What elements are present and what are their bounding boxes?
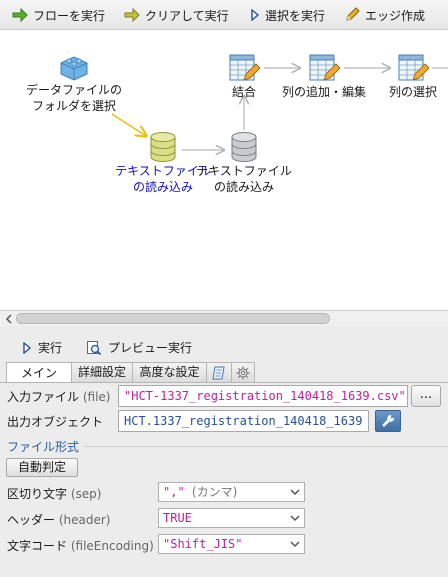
run-label: 実行 xyxy=(38,341,63,355)
node-label-line1: 列の追加・編集 xyxy=(281,85,366,99)
node-label-line1: データファイルの xyxy=(25,83,122,97)
create-edge-button[interactable]: エッジ作成 xyxy=(344,6,425,24)
header-label-en: (header) xyxy=(58,513,111,527)
header-label-ja: ヘッダー xyxy=(7,513,56,527)
table-edit-icon xyxy=(309,54,340,81)
play-icon xyxy=(251,9,260,21)
auto-detect-button[interactable]: 自動判定 xyxy=(6,458,78,477)
clear-and-run-label: クリアして実行 xyxy=(145,8,229,23)
output-object-label: 出力オブジェクト xyxy=(7,415,104,429)
tab-main[interactable]: メイン xyxy=(6,362,72,383)
header-value: TRUE xyxy=(163,511,192,525)
run-flow-label: フローを実行 xyxy=(33,8,106,23)
node-label-line1: 結合 xyxy=(231,85,256,99)
input-file-label-en: (file) xyxy=(82,390,111,404)
node-select-folder[interactable]: データファイルの フォルダを選択 xyxy=(24,52,124,114)
tabs-baseline xyxy=(0,382,448,383)
encoding-select[interactable]: "Shift_JIS" xyxy=(158,534,305,554)
encoding-label: 文字コード (fileEncoding) xyxy=(7,537,154,554)
canvas-hscrollbar[interactable] xyxy=(0,310,448,326)
scrollbar-thumb[interactable] xyxy=(16,313,330,324)
toolbar: フローを実行 クリアして実行 選択を実行 エッジ作成 xyxy=(0,0,448,30)
database-icon xyxy=(231,132,257,163)
tab-advanced[interactable]: 高度な設定 xyxy=(132,362,207,382)
output-object-field[interactable]: HCT.1337_registration_140418_1639 xyxy=(118,410,369,432)
node-label-line1: テキストファイル xyxy=(196,164,292,178)
output-settings-button[interactable] xyxy=(375,410,401,432)
create-edge-label: エッジ作成 xyxy=(365,8,426,23)
preview-magnifier-icon xyxy=(87,340,102,355)
section-divider xyxy=(84,446,448,447)
input-file-field[interactable]: "HCT-1337_registration_140418_1639.csv" xyxy=(118,385,408,407)
blocks-icon xyxy=(60,56,88,81)
run-bar: 実行 プレビュー実行 xyxy=(0,336,448,358)
node-label-line1: 列の選択 xyxy=(388,85,437,99)
pencil-icon xyxy=(346,7,360,21)
chevron-down-icon xyxy=(290,541,300,548)
database-icon xyxy=(150,132,176,163)
input-file-label: 入力ファイル (file) xyxy=(7,388,110,405)
encoding-label-ja: 文字コード xyxy=(7,539,68,553)
yellow-arrow-icon xyxy=(124,8,140,22)
table-edit-icon xyxy=(398,54,429,81)
node-label-line2: フォルダを選択 xyxy=(31,99,116,113)
settings-tabs: メイン 詳細設定 高度な設定 xyxy=(6,362,255,383)
play-icon xyxy=(23,341,32,354)
run-flow-button[interactable]: フローを実行 xyxy=(12,6,105,24)
sep-note: (カンマ) xyxy=(191,485,238,499)
encoding-value: "Shift_JIS" xyxy=(163,537,243,551)
script-icon xyxy=(212,366,225,379)
preview-run-label: プレビュー実行 xyxy=(108,341,193,355)
preview-run-button[interactable]: プレビュー実行 xyxy=(86,339,192,356)
node-settings-panel: 実行 プレビュー実行 メイン 詳細設定 高度な設定 入力ファイル (file) … xyxy=(0,326,448,577)
sep-label-ja: 区切り文字 xyxy=(7,487,68,501)
node-label-line2: の読み込み xyxy=(213,180,274,194)
chevron-down-icon xyxy=(290,489,300,496)
header-select[interactable]: TRUE xyxy=(158,508,305,528)
node-read-text-file-2[interactable]: テキストファイル の読み込み xyxy=(190,131,298,195)
node-join[interactable]: 結合 xyxy=(214,52,274,100)
flow-canvas[interactable]: データファイルの フォルダを選択 テキストファイル の読み込み テキストファイル… xyxy=(0,30,448,310)
input-file-label-ja: 入力ファイル xyxy=(7,390,80,404)
run-selected-button[interactable]: 選択を実行 xyxy=(250,6,325,24)
run-selected-label: 選択を実行 xyxy=(265,8,326,23)
app-window: { "toolbar": { "run_flow": "フローを実行", "cl… xyxy=(0,0,448,577)
gear-icon xyxy=(236,366,250,379)
run-button[interactable]: 実行 xyxy=(22,339,62,356)
table-edit-icon xyxy=(229,54,260,81)
node-add-edit-columns[interactable]: 列の追加・編集 xyxy=(276,52,372,100)
tab-detail[interactable]: 詳細設定 xyxy=(71,362,133,382)
sep-label-en: (sep) xyxy=(70,487,102,501)
sep-select[interactable]: "," (カンマ) xyxy=(158,482,305,502)
tab-gear[interactable] xyxy=(231,362,255,382)
wrench-icon xyxy=(382,414,395,427)
sep-value: "," xyxy=(163,485,185,499)
file-format-section-title: ファイル形式 xyxy=(7,440,80,454)
tab-script[interactable] xyxy=(206,362,232,382)
clear-and-run-button[interactable]: クリアして実行 xyxy=(124,6,229,24)
sep-label: 区切り文字 (sep) xyxy=(7,485,101,502)
chevron-down-icon xyxy=(290,515,300,522)
scroll-left-icon[interactable] xyxy=(4,314,14,324)
browse-button[interactable]: ... xyxy=(411,385,441,407)
header-label: ヘッダー (header) xyxy=(7,511,110,528)
green-arrow-icon xyxy=(12,8,28,22)
node-select-columns[interactable]: 列の選択 xyxy=(383,52,443,100)
encoding-label-en: (fileEncoding) xyxy=(70,539,154,553)
